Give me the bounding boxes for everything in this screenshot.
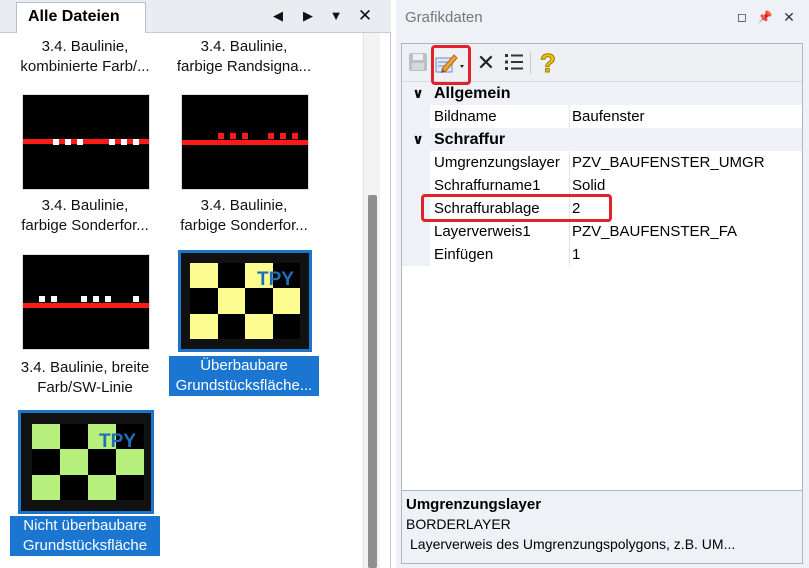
scrollbar-thumb[interactable]	[368, 195, 377, 568]
property-value[interactable]: Baufenster	[572, 105, 800, 128]
collapse-icon[interactable]: ∨	[410, 82, 426, 105]
file-label-line1: 3.4. Baulinie,	[200, 197, 288, 214]
file-tile[interactable]: 3.4. Baulinie, kombinierte Farb/...	[10, 37, 160, 77]
file-label-line1: 3.4. Baulinie,	[41, 38, 129, 55]
property-name: Einfügen	[434, 246, 494, 263]
baulinie-thumbnail	[22, 94, 150, 190]
property-grid: ∨ Allgemein Bildname Baufenster ∨ Schraf…	[402, 82, 802, 266]
file-tile[interactable]: 3.4. Baulinie, farbige Sonderfor...	[10, 94, 160, 239]
file-label-line1: Nicht überbaubare	[10, 516, 160, 536]
schraffurablage-highlight	[421, 194, 612, 222]
hatch-thumbnail: TPY	[18, 410, 154, 514]
file-label-line1: 3.4. Baulinie,	[41, 197, 129, 214]
tpy-label: TPY	[257, 269, 294, 290]
description-text: Layerverweis des Umgrenzungspolygons, z.…	[410, 536, 736, 552]
restore-icon[interactable]: ◻	[734, 8, 750, 26]
baulinie-thumbnail	[22, 254, 150, 350]
file-label-line2: farbige Randsigna...	[176, 58, 312, 75]
file-label-line2: farbige Sonderfor...	[180, 217, 308, 234]
hatch-thumbnail: TPY	[178, 250, 312, 352]
file-label-line2: farbige Sonderfor...	[21, 217, 149, 234]
edit-button-highlight	[431, 45, 471, 85]
file-label-line2: Grundstücksfläche...	[169, 376, 319, 396]
description-subtitle: BORDERLAYER	[406, 516, 511, 532]
file-tile[interactable]: 3.4. Baulinie, farbige Sonderfor...	[169, 94, 319, 239]
category-schraffur[interactable]: ∨ Schraffur	[402, 128, 802, 151]
file-tile-selected[interactable]: TPY Überbaubare Grundstücksfläche...	[169, 250, 319, 398]
category-label: Schraffur	[434, 131, 506, 148]
property-row-bildname[interactable]: Bildname Baufenster	[402, 105, 802, 128]
property-value[interactable]: 1	[572, 243, 800, 266]
vertical-scrollbar[interactable]	[363, 33, 380, 568]
property-value[interactable]: PZV_BAUFENSTER_FA	[572, 220, 800, 243]
help-icon[interactable]: ?	[536, 50, 560, 77]
arrow-right-icon[interactable]: ▶	[298, 5, 318, 27]
close-icon[interactable]: ✕	[781, 8, 797, 26]
category-allgemein[interactable]: ∨ Allgemein	[402, 82, 802, 105]
delete-icon[interactable]: ✕	[474, 51, 498, 75]
file-tile-selected[interactable]: TPY Nicht überbaubare Grundstücksfläche	[10, 410, 160, 558]
property-row-layerverweis1[interactable]: Layerverweis1 PZV_BAUFENSTER_FA	[402, 220, 802, 243]
baulinie-thumbnail	[181, 94, 309, 190]
collapse-icon[interactable]: ∨	[410, 128, 426, 151]
properties-pane: Grafikdaten ◻ 📌 ✕ ✕ ? ∨ Allgemein Bildna…	[396, 0, 809, 568]
pane-title: Grafikdaten	[405, 9, 483, 26]
property-name: Umgrenzungslayer	[434, 154, 560, 171]
file-tile[interactable]: 3.4. Baulinie, breite Farb/SW-Linie	[10, 254, 160, 399]
file-label-line1: Überbaubare	[169, 356, 319, 376]
file-label-line2: Farb/SW-Linie	[37, 379, 133, 396]
list-icon[interactable]	[502, 51, 526, 75]
close-icon[interactable]: ✕	[355, 5, 375, 27]
file-label-line2: kombinierte Farb/...	[20, 58, 150, 75]
property-description: Umgrenzungslayer BORDERLAYER Layerverwei…	[402, 490, 802, 563]
property-name: Bildname	[434, 108, 497, 125]
file-browser-pane: Alle Dateien ◀ ▶ ▼ ✕ 3.4. Baulinie, komb…	[0, 0, 391, 568]
property-name: Layerverweis1	[434, 223, 531, 240]
chevron-down-icon[interactable]: ▼	[326, 5, 346, 27]
property-row-umgrenzungslayer[interactable]: Umgrenzungslayer PZV_BAUFENSTER_UMGR	[402, 151, 802, 174]
file-label-line2: Grundstücksfläche	[10, 536, 160, 556]
file-label-line1: 3.4. Baulinie,	[200, 38, 288, 55]
save-icon[interactable]	[406, 51, 430, 75]
pin-icon[interactable]: 📌	[757, 8, 773, 26]
file-label-line1: 3.4. Baulinie, breite	[20, 359, 150, 376]
arrow-left-icon[interactable]: ◀	[268, 5, 288, 27]
property-grid-panel: ✕ ? ∨ Allgemein Bildname Baufenster ∨ Sc…	[401, 43, 803, 564]
category-label: Allgemein	[434, 85, 511, 102]
property-value[interactable]: PZV_BAUFENSTER_UMGR	[572, 151, 800, 174]
property-row-einfuegen[interactable]: Einfügen 1	[402, 243, 802, 266]
tpy-label: TPY	[99, 431, 136, 452]
tab-all-files[interactable]: Alle Dateien	[16, 2, 146, 33]
file-tile[interactable]: 3.4. Baulinie, farbige Randsigna...	[169, 37, 319, 77]
description-title: Umgrenzungslayer	[406, 496, 542, 513]
file-browser-header: Alle Dateien ◀ ▶ ▼ ✕	[0, 0, 391, 33]
